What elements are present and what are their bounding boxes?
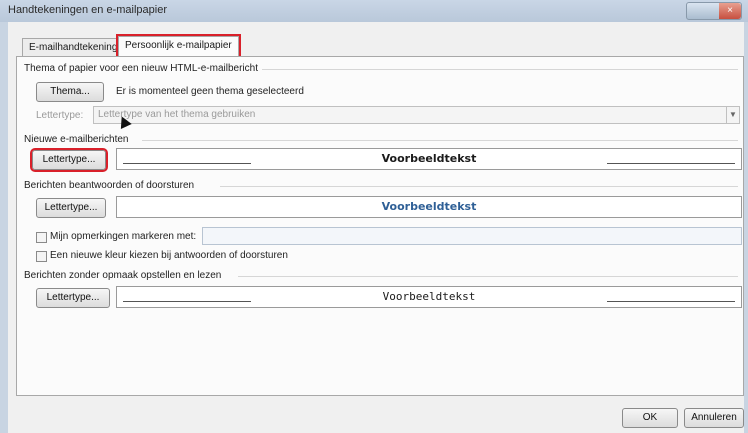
replies-sample-box: Voorbeeldtekst [116, 196, 742, 218]
theme-font-label: Lettertype: [36, 110, 84, 121]
mark-comments-input[interactable] [202, 227, 742, 245]
window-title: Handtekeningen en e-mailpapier [8, 4, 167, 16]
theme-button[interactable]: Thema... [36, 82, 104, 102]
theme-section-heading: Thema of papier voor een nieuw HTML-e-ma… [24, 63, 258, 74]
new-messages-sample-box: Voorbeeldtekst [116, 148, 742, 170]
title-bar: Handtekeningen en e-mailpapier × [0, 0, 748, 23]
theme-font-select[interactable]: Lettertype van het thema gebruiken ▼ [93, 106, 740, 124]
close-icon[interactable]: × [719, 3, 741, 19]
new-messages-heading: Nieuwe e-mailberichten [24, 134, 129, 145]
sample-underline [607, 301, 735, 302]
plain-text-heading: Berichten zonder opmaak opstellen en lez… [24, 270, 222, 281]
plain-text-sample-box: Voorbeeldtekst [116, 286, 742, 308]
section-divider [262, 69, 738, 70]
ok-button[interactable]: OK [622, 408, 678, 428]
window-left-border [0, 22, 8, 433]
section-divider [142, 140, 738, 141]
cancel-button[interactable]: Annuleren [684, 408, 744, 428]
sample-underline [607, 163, 735, 164]
replies-heading: Berichten beantwoorden of doorsturen [24, 180, 195, 191]
tab-email-signature[interactable]: E-mailhandtekening [22, 38, 125, 57]
new-color-checkbox[interactable] [36, 251, 47, 262]
tab-personal-stationery[interactable]: Persoonlijk e-mailpapier [116, 34, 241, 59]
mark-comments-checkbox[interactable] [36, 232, 47, 243]
plain-text-font-button[interactable]: Lettertype... [36, 288, 110, 308]
replies-sample-text: Voorbeeldtekst [381, 200, 477, 213]
window-controls: × [686, 2, 742, 20]
chevron-down-icon[interactable]: ▼ [726, 107, 739, 123]
section-divider [238, 276, 738, 277]
new-color-label: Een nieuwe kleur kiezen bij antwoorden o… [50, 250, 288, 261]
replies-font-button[interactable]: Lettertype... [36, 198, 106, 218]
mark-comments-label: Mijn opmerkingen markeren met: [50, 231, 197, 242]
theme-status-text: Er is momenteel geen thema geselecteerd [116, 86, 304, 97]
window-right-border [744, 22, 748, 433]
section-divider [220, 186, 738, 187]
new-messages-font-button[interactable]: Lettertype... [30, 148, 108, 172]
